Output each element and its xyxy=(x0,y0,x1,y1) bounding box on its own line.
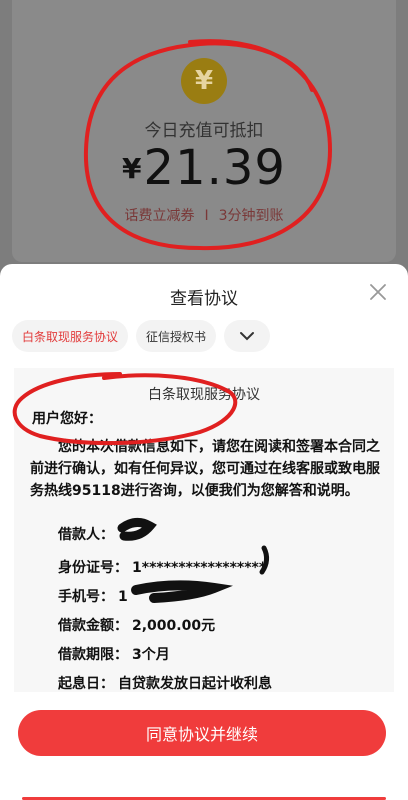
field-value: 2,000.00元 xyxy=(132,618,216,634)
amount-value: 21.39 xyxy=(143,140,286,196)
field-value: 3个月 xyxy=(132,647,170,663)
field-value: 1***************** xyxy=(132,560,267,576)
promo-arrival: 3分钟到账 xyxy=(218,208,284,224)
deduct-amount: ¥21.39 xyxy=(0,140,408,196)
field-label: 借款人： xyxy=(58,527,114,543)
close-icon[interactable] xyxy=(366,280,390,304)
field-label: 手机号： xyxy=(58,589,114,605)
field-label: 借款金额： xyxy=(58,618,128,634)
doc-greeting: 用户您好： xyxy=(32,411,102,427)
deduct-label: 今日充值可抵扣 xyxy=(144,121,264,141)
chevron-down-icon xyxy=(240,332,255,341)
field-interest-start: 起息日： 自贷款发放日起计收利息 xyxy=(58,673,272,692)
field-label: 起息日： xyxy=(58,676,114,692)
agreement-tabs: 白条取现服务协议 征信授权书 xyxy=(12,320,271,352)
doc-title: 白条取现服务协议 xyxy=(148,387,260,403)
tabs-expand-button[interactable] xyxy=(224,320,271,352)
field-value: 自贷款发放日起计收利息 xyxy=(118,676,272,692)
currency-symbol: ¥ xyxy=(122,152,142,185)
tab-credit-authorization[interactable]: 征信授权书 xyxy=(136,320,217,352)
promo-separator: I xyxy=(204,208,209,224)
field-value: 1 xyxy=(118,589,128,605)
yuan-coin-icon: ¥ xyxy=(181,58,227,104)
sheet-title: 查看协议 xyxy=(170,289,238,309)
field-borrower: 借款人： xyxy=(58,524,118,544)
field-loan-amount: 借款金额： 2,000.00元 xyxy=(58,615,215,635)
field-loan-term: 借款期限： 3个月 xyxy=(58,644,170,664)
agree-continue-button[interactable]: 同意协议并继续 xyxy=(18,710,386,756)
agreement-sheet: 查看协议 白条取现服务协议 征信授权书 白条取现服务协议 用户您好： 您的本次借… xyxy=(0,264,408,800)
field-label: 借款期限： xyxy=(58,647,128,663)
field-id-number: 身份证号： 1***************** xyxy=(58,557,266,577)
field-label: 身份证号： xyxy=(58,560,128,576)
agreement-document[interactable]: 白条取现服务协议 用户您好： 您的本次借款信息如下，请您在阅读和签署本合同之前进… xyxy=(14,368,394,692)
tab-cash-service-agreement[interactable]: 白条取现服务协议 xyxy=(12,320,129,352)
field-phone: 手机号： 1 xyxy=(58,586,128,606)
doc-paragraph: 您的本次借款信息如下，请您在阅读和签署本合同之前进行确认，如有任何异议，您可通过… xyxy=(30,439,380,499)
promo-coupon: 话费立减券 xyxy=(124,208,195,224)
promo-line: 话费立减券 I 3分钟到账 xyxy=(0,205,408,225)
